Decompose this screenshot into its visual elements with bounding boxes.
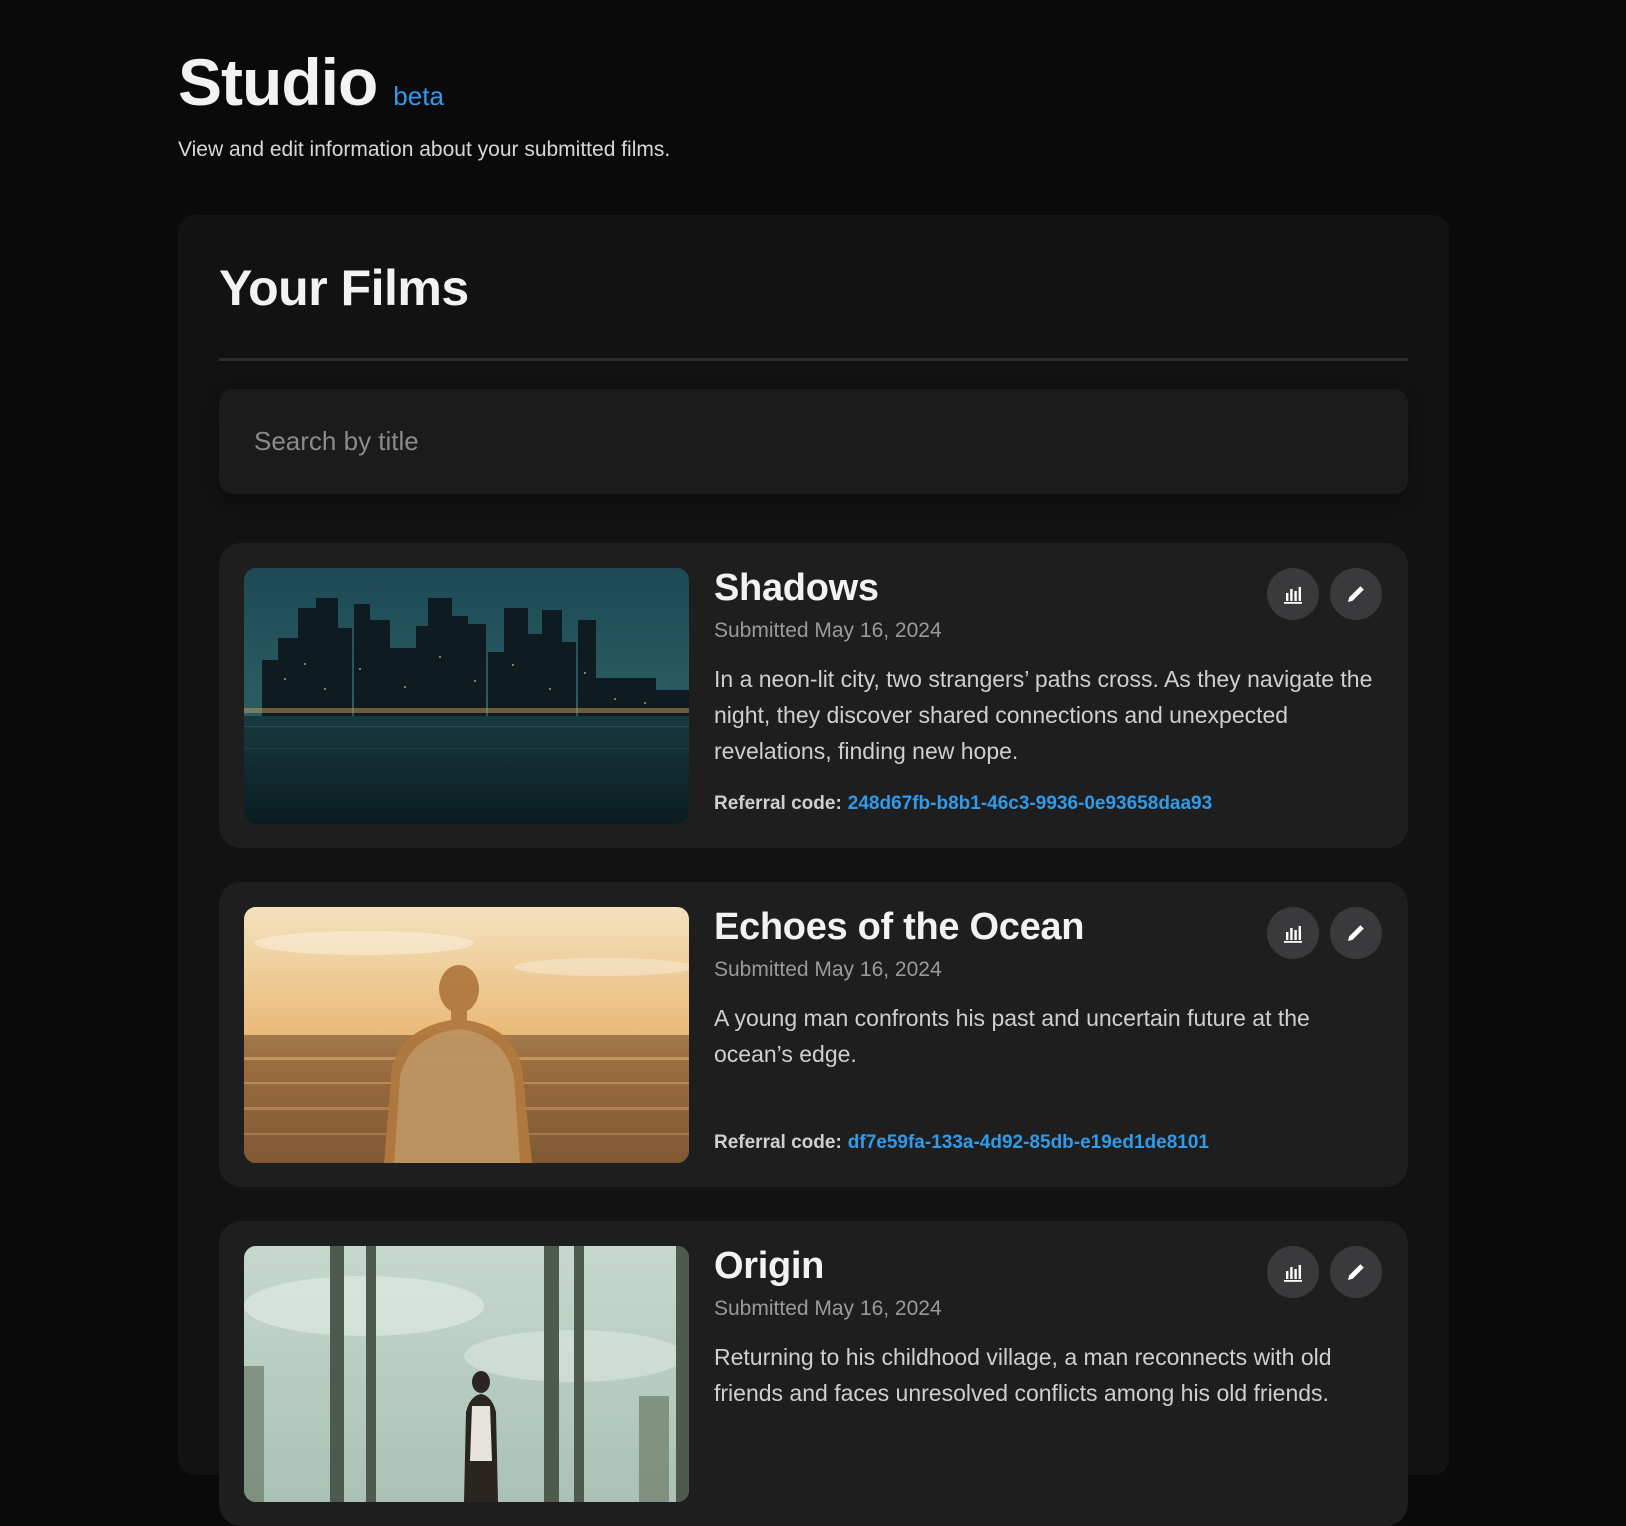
- search-input[interactable]: [252, 425, 1375, 458]
- stats-button[interactable]: [1267, 1246, 1319, 1298]
- films-panel: Your Films Search by title Shadows Submi…: [178, 215, 1449, 1526]
- page-subtitle: View and edit information about your sub…: [178, 138, 671, 161]
- film-description: Returning to his childhood village, a ma…: [714, 1344, 1332, 1406]
- pencil-icon: [1348, 1264, 1364, 1280]
- referral-row: Referral code: df7e59fa-133a-4d92-85db-e1…: [714, 1132, 1209, 1154]
- film-thumbnail[interactable]: [244, 1246, 689, 1502]
- beta-badge: beta: [393, 81, 444, 111]
- referral-label: Referral code:: [714, 1132, 842, 1153]
- film-card: Echoes of the Ocean Submitted May 16, 20…: [219, 882, 1408, 1187]
- panel-divider: [219, 358, 1408, 361]
- film-thumbnail[interactable]: [244, 568, 689, 824]
- film-card: Shadows Submitted May 16, 2024 In a neon…: [219, 543, 1408, 848]
- film-title: Shadows: [714, 567, 879, 609]
- film-thumbnail[interactable]: [244, 907, 689, 1163]
- search-box: [219, 389, 1408, 494]
- referral-code-link[interactable]: 248d67fb-b8b1-46c3-9936-0e93658daa93: [848, 793, 1212, 814]
- title-row: Studio beta: [178, 44, 670, 120]
- referral-code-link[interactable]: df7e59fa-133a-4d92-85db-e19ed1de8101: [848, 1132, 1209, 1153]
- film-submitted-date: Submitted May 16, 2024: [714, 619, 942, 642]
- film-title: Origin: [714, 1245, 825, 1287]
- film-description: In a neon-lit city, two strangers’ paths…: [714, 666, 1373, 764]
- pencil-icon: [1348, 925, 1364, 941]
- film-description: A young man confronts his past and uncer…: [714, 1005, 1310, 1067]
- panel-title: Your Films: [219, 260, 469, 316]
- film-submitted-date: Submitted May 16, 2024: [714, 958, 942, 981]
- bar-chart-icon: [1284, 926, 1302, 943]
- app-title: Studio: [178, 45, 378, 119]
- film-thumbnail-image: [244, 568, 689, 824]
- film-thumbnail-image: [244, 907, 689, 1163]
- pencil-icon: [1348, 586, 1364, 602]
- page-header: Studio beta View and edit information ab…: [178, 44, 670, 162]
- stats-button[interactable]: [1267, 907, 1319, 959]
- film-thumbnail-image: [244, 1246, 689, 1502]
- bar-chart-icon: [1284, 1265, 1302, 1282]
- referral-row: Referral code: 248d67fb-b8b1-46c3-9936-0e…: [714, 793, 1212, 815]
- film-card: Origin Submitted May 16, 2024 Returning …: [219, 1221, 1408, 1526]
- referral-label: Referral code:: [714, 793, 842, 814]
- film-submitted-date: Submitted May 16, 2024: [714, 1297, 942, 1320]
- stats-button[interactable]: [1267, 568, 1319, 620]
- edit-button[interactable]: [1330, 1246, 1382, 1298]
- edit-button[interactable]: [1330, 907, 1382, 959]
- edit-button[interactable]: [1330, 568, 1382, 620]
- bar-chart-icon: [1284, 587, 1302, 604]
- film-title: Echoes of the Ocean: [714, 906, 1085, 948]
